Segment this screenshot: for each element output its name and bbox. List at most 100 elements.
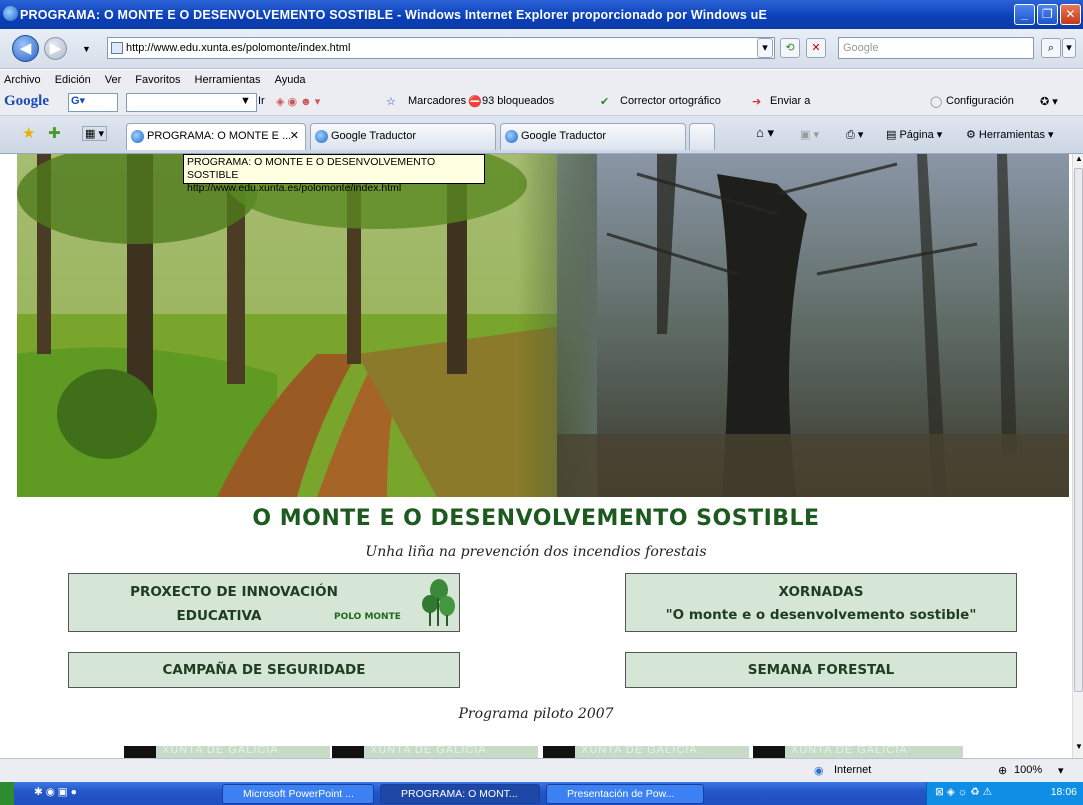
- menu-edicion[interactable]: Edición: [55, 70, 91, 90]
- page-menu-label: Página: [899, 129, 934, 141]
- print-icon[interactable]: ⎙ ▾: [846, 128, 863, 142]
- page-icon: [111, 42, 123, 54]
- tray-icons[interactable]: ⊠ ◈ ☼ ♻ ⚠: [935, 786, 992, 798]
- zoom-level[interactable]: 100%: [1014, 764, 1042, 776]
- system-tray: ⊠ ◈ ☼ ♻ ⚠ 18:06: [926, 782, 1083, 805]
- google-logo: Google: [4, 93, 49, 109]
- google-go-button[interactable]: Ir: [258, 95, 265, 107]
- menu-ayuda[interactable]: Ayuda: [275, 70, 306, 90]
- innovation-line1: PROXECTO DE INNOVACIÓN: [130, 584, 338, 600]
- innovation-project-button[interactable]: PROXECTO DE INNOVACIÓN EDUCATIVA POLO MO…: [68, 573, 460, 632]
- maximize-button[interactable]: ❐: [1037, 4, 1058, 25]
- xunta-logo-text: XUNTA DE GALICIA: [581, 746, 698, 756]
- page-menu-button[interactable]: ▤ Página ▾: [886, 128, 942, 141]
- feeds-icon[interactable]: ▣ ▾: [800, 128, 819, 141]
- link-tooltip: PROGRAMA: O MONTE E O DESENVOLVEMENTO SO…: [183, 154, 485, 194]
- new-tab-button[interactable]: [689, 123, 715, 150]
- xornadas-line1: XORNADAS: [778, 584, 864, 600]
- send-icon: ➔: [752, 96, 762, 108]
- spellcheck-button[interactable]: Corrector ortográfico: [620, 95, 721, 107]
- quick-launch-icons[interactable]: ✱ ◉ ▣ ●: [34, 786, 77, 798]
- bookmarks-button[interactable]: Marcadores: [408, 95, 466, 107]
- vertical-scrollbar[interactable]: ▲ ▼: [1072, 154, 1083, 758]
- quick-tabs-icon[interactable]: ▦ ▾: [82, 126, 107, 141]
- url-input[interactable]: http://www.edu.xunta.es/polomonte/index.…: [107, 37, 775, 59]
- favorites-star-icon[interactable]: ★: [22, 124, 35, 142]
- close-button[interactable]: ✕: [1060, 4, 1081, 25]
- toolbar-buttons-icon[interactable]: ◈ ◉ ☻ ▾: [276, 95, 320, 108]
- google-more-icon[interactable]: ✪ ▾: [1040, 95, 1058, 108]
- campaign-button[interactable]: CAMPAÑA DE SEGURIDADE: [68, 652, 460, 688]
- tab-traductor-2[interactable]: Google Traductor: [500, 123, 686, 150]
- close-tab-icon[interactable]: ✕: [290, 124, 299, 149]
- tab-bar: ★ ✚ ▦ ▾ PROGRAMA: O MONTE E ... ✕ Google…: [0, 116, 1083, 154]
- zoom-icon: ⊕: [998, 765, 1008, 777]
- menu-bar: Archivo Edición Ver Favoritos Herramient…: [0, 70, 1083, 90]
- tooltip-url: http://www.edu.xunta.es/polomonte/index.…: [187, 182, 402, 194]
- url-text: http://www.edu.xunta.es/polomonte/index.…: [126, 42, 351, 54]
- ie-icon: [3, 6, 18, 21]
- tab-traductor-2-label: Google Traductor: [521, 130, 606, 142]
- google-box-dropdown-icon[interactable]: ▼: [240, 95, 251, 107]
- ie-page-icon: [315, 130, 328, 143]
- tree-logo-icon: [422, 579, 455, 626]
- tools-menu-button[interactable]: ⚙ Herramientas ▾: [966, 128, 1054, 141]
- ie-page-icon: [131, 130, 144, 143]
- menu-favoritos[interactable]: Favoritos: [135, 70, 180, 90]
- search-input[interactable]: Google: [838, 37, 1034, 59]
- start-button[interactable]: [0, 782, 14, 805]
- send-to-button[interactable]: Enviar a: [770, 95, 810, 107]
- xunta-logo: XUNTA DE GALICIA: [543, 746, 749, 758]
- search-icon[interactable]: ⌕: [1041, 38, 1061, 58]
- search-options-icon[interactable]: ▾: [1062, 38, 1076, 58]
- tooltip-title: PROGRAMA: O MONTE E O DESENVOLVEMENTO SO…: [187, 156, 436, 181]
- add-favorite-icon[interactable]: ✚: [48, 124, 61, 142]
- page-subtitle: Unha liña na prevención dos incendios fo…: [365, 544, 707, 560]
- window-title: PROGRAMA: O MONTE E O DESENVOLVEMENTO SO…: [20, 7, 768, 22]
- task-ie-programa[interactable]: PROGRAMA: O MONT...: [380, 784, 540, 804]
- google-menu-button[interactable]: G▾: [68, 93, 118, 112]
- settings-icon: ◯: [930, 96, 943, 108]
- xornadas-line2: "O monte e o desenvolvemento sostible": [665, 607, 977, 623]
- bookmarks-icon: ☆: [386, 96, 396, 108]
- back-button[interactable]: ◀: [12, 35, 39, 62]
- url-dropdown-icon[interactable]: ▾: [757, 38, 773, 58]
- zoom-dropdown-icon[interactable]: ▾: [1058, 764, 1064, 777]
- minimize-button[interactable]: _: [1014, 4, 1035, 25]
- stop-icon[interactable]: ✕: [806, 38, 826, 58]
- task-ie-label: PROGRAMA: O MONT...: [401, 788, 518, 800]
- history-dropdown-icon[interactable]: ▼: [82, 44, 91, 54]
- pilot-program-label: Programa piloto 2007: [458, 706, 614, 722]
- tab-traductor-1[interactable]: Google Traductor: [310, 123, 496, 150]
- menu-herramientas[interactable]: Herramientas: [195, 70, 261, 90]
- popup-blocker-icon: ⛔: [468, 96, 482, 108]
- tab-programa[interactable]: PROGRAMA: O MONTE E ... ✕: [126, 123, 306, 150]
- window-titlebar: PROGRAMA: O MONTE E O DESENVOLVEMENTO SO…: [0, 0, 1083, 29]
- forward-button[interactable]: ▶: [44, 37, 67, 60]
- scroll-up-icon[interactable]: ▲: [1075, 154, 1083, 163]
- xunta-logo-text: XUNTA DE GALICIA: [162, 746, 279, 756]
- zone-label: Internet: [834, 764, 872, 776]
- xornadas-button[interactable]: XORNADAS "O monte e o desenvolvemento so…: [625, 573, 1017, 632]
- forest-banner-image: [17, 154, 1069, 497]
- menu-archivo[interactable]: Archivo: [4, 70, 41, 90]
- task-powerpoint[interactable]: Microsoft PowerPoint ...: [222, 784, 374, 804]
- scroll-down-icon[interactable]: ▼: [1075, 742, 1083, 751]
- task-presentacion[interactable]: Presentación de Pow...: [546, 784, 704, 804]
- page-content: O MONTE E O DESENVOLVEMENTO SOSTIBLE Unh…: [0, 154, 1072, 758]
- google-search-input[interactable]: [126, 93, 257, 112]
- home-icon[interactable]: ⌂ ▾: [756, 125, 774, 141]
- browser-window: PROGRAMA: O MONTE E O DESENVOLVEMENTO SO…: [0, 0, 1083, 805]
- xunta-logo-text: XUNTA DE GALICIA: [791, 746, 908, 756]
- xunta-logo-text: XUNTA DE GALICIA: [370, 746, 487, 756]
- refresh-icon[interactable]: ⟲: [780, 38, 800, 58]
- innovation-line2: EDUCATIVA: [176, 608, 262, 624]
- menu-ver[interactable]: Ver: [105, 70, 122, 90]
- address-toolbar: ◀ ▶ ▼ http://www.edu.xunta.es/polomonte/…: [0, 29, 1083, 69]
- popup-blocked-count[interactable]: 93 bloqueados: [482, 95, 554, 107]
- tab-traductor-1-label: Google Traductor: [331, 130, 416, 142]
- taskbar: ✱ ◉ ▣ ● Microsoft PowerPoint ... PROGRAM…: [0, 782, 1083, 805]
- scroll-thumb[interactable]: [1074, 168, 1083, 692]
- config-button[interactable]: Configuración: [946, 95, 1014, 107]
- semana-forestal-button[interactable]: SEMANA FORESTAL: [625, 652, 1017, 688]
